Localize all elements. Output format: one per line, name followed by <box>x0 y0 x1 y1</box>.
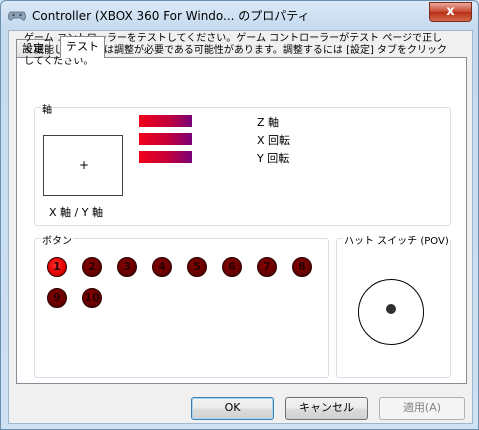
ok-button-label: OK <box>224 401 241 414</box>
button-indicator-7: 7 <box>257 257 277 277</box>
pov-indicator-dot <box>386 304 396 314</box>
buttons-group: ボタン <box>34 232 329 378</box>
button-indicator-4: 4 <box>152 257 172 277</box>
button-indicator-label: 8 <box>298 260 306 273</box>
button-indicator-label: 7 <box>263 260 271 273</box>
z-axis-label: Z 軸 <box>257 116 280 129</box>
button-indicator-3: 3 <box>117 257 137 277</box>
title-bar[interactable]: Controller (XBOX 360 For Windo... のプロパティ… <box>1 1 478 29</box>
apply-button-label: 適用(A) <box>402 401 442 414</box>
apply-button[interactable]: 適用(A) <box>379 397 465 420</box>
button-indicator-2: 2 <box>82 257 102 277</box>
button-indicator-8: 8 <box>292 257 312 277</box>
button-indicator-label: 5 <box>193 260 201 273</box>
button-indicator-label: 4 <box>158 260 166 273</box>
cancel-button[interactable]: キャンセル <box>285 397 368 420</box>
button-indicator-label: 6 <box>228 260 236 273</box>
button-indicator-label: 9 <box>53 291 61 304</box>
properties-window: Controller (XBOX 360 For Windo... のプロパティ… <box>0 0 479 430</box>
cancel-button-label: キャンセル <box>299 401 354 414</box>
z-axis-bar <box>139 115 192 127</box>
button-indicator-label: 3 <box>123 260 131 273</box>
y-rotation-label: Y 回転 <box>257 152 290 165</box>
button-indicator-10: 10 <box>82 288 102 308</box>
ok-button[interactable]: OK <box>191 397 274 420</box>
button-indicator-label: 10 <box>84 291 100 304</box>
x-rotation-label: X 回転 <box>257 134 291 147</box>
axes-group-label: 軸 <box>41 101 53 116</box>
xy-axis-label: X 軸 / Y 軸 <box>49 206 103 219</box>
button-indicator-label: 2 <box>88 260 96 273</box>
button-indicator-9: 9 <box>47 288 67 308</box>
close-button[interactable]: x <box>429 2 472 22</box>
button-indicator-5: 5 <box>187 257 207 277</box>
pov-group-label: ハット スイッチ (POV) <box>343 232 450 247</box>
crosshair-indicator: + <box>79 158 90 172</box>
buttons-group-label: ボタン <box>41 232 73 247</box>
button-indicator-6: 6 <box>222 257 242 277</box>
window-title: Controller (XBOX 360 For Windo... のプロパティ <box>32 9 310 23</box>
y-rotation-bar <box>139 151 192 163</box>
button-indicator-label: 1 <box>53 260 61 273</box>
tab-test[interactable]: テスト <box>60 36 105 58</box>
x-rotation-bar <box>139 133 192 145</box>
close-icon: x <box>446 4 455 19</box>
gamepad-icon <box>8 11 26 21</box>
tab-test-label: テスト <box>66 40 99 53</box>
button-indicator-1: 1 <box>47 257 67 277</box>
